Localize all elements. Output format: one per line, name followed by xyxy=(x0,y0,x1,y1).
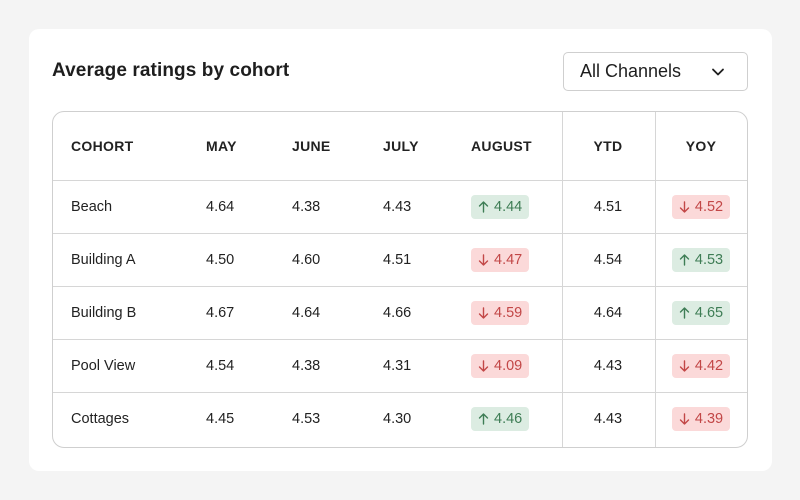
header-yoy: YOY xyxy=(685,138,717,154)
ratings-table: COHORT MAY JUNE JULY AUGUST YTD YOY Beac… xyxy=(52,111,748,448)
cell-yoy: 4.39 xyxy=(655,393,747,445)
table-row: Cottages 4.45 4.53 4.30 4.46 4.43 4.39 xyxy=(53,392,747,445)
arrow-down-icon xyxy=(478,360,489,372)
cell-may: 4.54 xyxy=(206,358,235,374)
badge-value: 4.52 xyxy=(694,199,724,215)
cell-august: 4.46 xyxy=(471,393,530,445)
august-trend-badge: 4.44 xyxy=(471,195,530,219)
yoy-trend-badge: 4.53 xyxy=(671,248,731,272)
cell-yoy: 4.65 xyxy=(655,287,747,339)
chevron-down-icon xyxy=(712,68,724,76)
august-trend-badge: 4.47 xyxy=(471,248,530,272)
channel-filter-value: All Channels xyxy=(580,61,682,81)
august-trend-badge: 4.09 xyxy=(471,354,530,378)
cell-cohort: Beach xyxy=(71,199,113,215)
cell-july: 4.51 xyxy=(383,252,412,268)
ratings-card: Average ratings by cohort All Channels C… xyxy=(29,29,772,471)
cell-may: 4.64 xyxy=(206,199,235,215)
august-trend-badge: 4.59 xyxy=(471,301,530,325)
badge-value: 4.53 xyxy=(694,252,724,268)
arrow-down-icon xyxy=(679,201,690,213)
cell-july: 4.30 xyxy=(383,411,412,427)
arrow-down-icon xyxy=(679,413,690,425)
table-row: Beach 4.64 4.38 4.43 4.44 4.51 4.52 xyxy=(53,180,747,233)
badge-value: 4.59 xyxy=(494,305,523,321)
badge-value: 4.65 xyxy=(694,305,724,321)
badge-value: 4.47 xyxy=(494,252,523,268)
badge-value: 4.09 xyxy=(494,358,523,374)
channel-filter-dropdown[interactable]: All Channels xyxy=(563,52,748,91)
arrow-down-icon xyxy=(478,307,489,319)
cell-cohort: Building A xyxy=(71,252,136,268)
august-trend-badge: 4.46 xyxy=(471,407,530,431)
yoy-trend-badge: 4.65 xyxy=(671,301,731,325)
cell-cohort: Pool View xyxy=(71,358,136,374)
header-august: AUGUST xyxy=(471,138,532,154)
badge-value: 4.44 xyxy=(494,199,523,215)
yoy-trend-badge: 4.39 xyxy=(671,407,731,431)
card-title: Average ratings by cohort xyxy=(52,60,290,81)
cell-june: 4.38 xyxy=(292,199,321,215)
badge-value: 4.39 xyxy=(694,411,724,427)
cell-ytd: 4.43 xyxy=(593,358,623,374)
arrow-up-icon xyxy=(478,413,489,425)
cell-may: 4.45 xyxy=(206,411,235,427)
yoy-trend-badge: 4.42 xyxy=(671,354,731,378)
cell-july: 4.66 xyxy=(383,305,412,321)
cell-june: 4.64 xyxy=(292,305,321,321)
header-cohort: COHORT xyxy=(71,138,134,154)
cell-ytd: 4.51 xyxy=(593,199,623,215)
cell-august: 4.47 xyxy=(471,234,530,286)
header-july: JULY xyxy=(383,138,419,154)
cell-july: 4.43 xyxy=(383,199,412,215)
header-may: MAY xyxy=(206,138,237,154)
badge-value: 4.42 xyxy=(694,358,724,374)
cell-ytd: 4.54 xyxy=(593,252,623,268)
arrow-up-icon xyxy=(679,307,690,319)
badge-value: 4.46 xyxy=(494,411,523,427)
cell-august: 4.09 xyxy=(471,340,530,392)
table-row: Pool View 4.54 4.38 4.31 4.09 4.43 4.42 xyxy=(53,339,747,392)
cell-yoy: 4.53 xyxy=(655,234,747,286)
cell-cohort: Cottages xyxy=(71,411,130,427)
cell-august: 4.44 xyxy=(471,181,530,233)
arrow-down-icon xyxy=(679,360,690,372)
cell-cohort: Building B xyxy=(71,305,137,321)
cell-june: 4.53 xyxy=(292,411,321,427)
cell-june: 4.60 xyxy=(292,252,321,268)
cell-ytd: 4.43 xyxy=(593,411,623,427)
cell-may: 4.50 xyxy=(206,252,235,268)
cell-june: 4.38 xyxy=(292,358,321,374)
yoy-trend-badge: 4.52 xyxy=(671,195,731,219)
table-row: Building B 4.67 4.64 4.66 4.59 4.64 4.65 xyxy=(53,286,747,339)
table-header-row: COHORT MAY JUNE JULY AUGUST YTD YOY xyxy=(53,112,747,180)
arrow-up-icon xyxy=(478,201,489,213)
arrow-down-icon xyxy=(478,254,489,266)
header-june: JUNE xyxy=(292,138,331,154)
cell-july: 4.31 xyxy=(383,358,412,374)
arrow-up-icon xyxy=(679,254,690,266)
table-row: Building A 4.50 4.60 4.51 4.47 4.54 4.53 xyxy=(53,233,747,286)
cell-may: 4.67 xyxy=(206,305,235,321)
cell-ytd: 4.64 xyxy=(593,305,623,321)
cell-yoy: 4.52 xyxy=(655,181,747,233)
cell-yoy: 4.42 xyxy=(655,340,747,392)
cell-august: 4.59 xyxy=(471,287,530,339)
header-ytd: YTD xyxy=(593,138,623,154)
